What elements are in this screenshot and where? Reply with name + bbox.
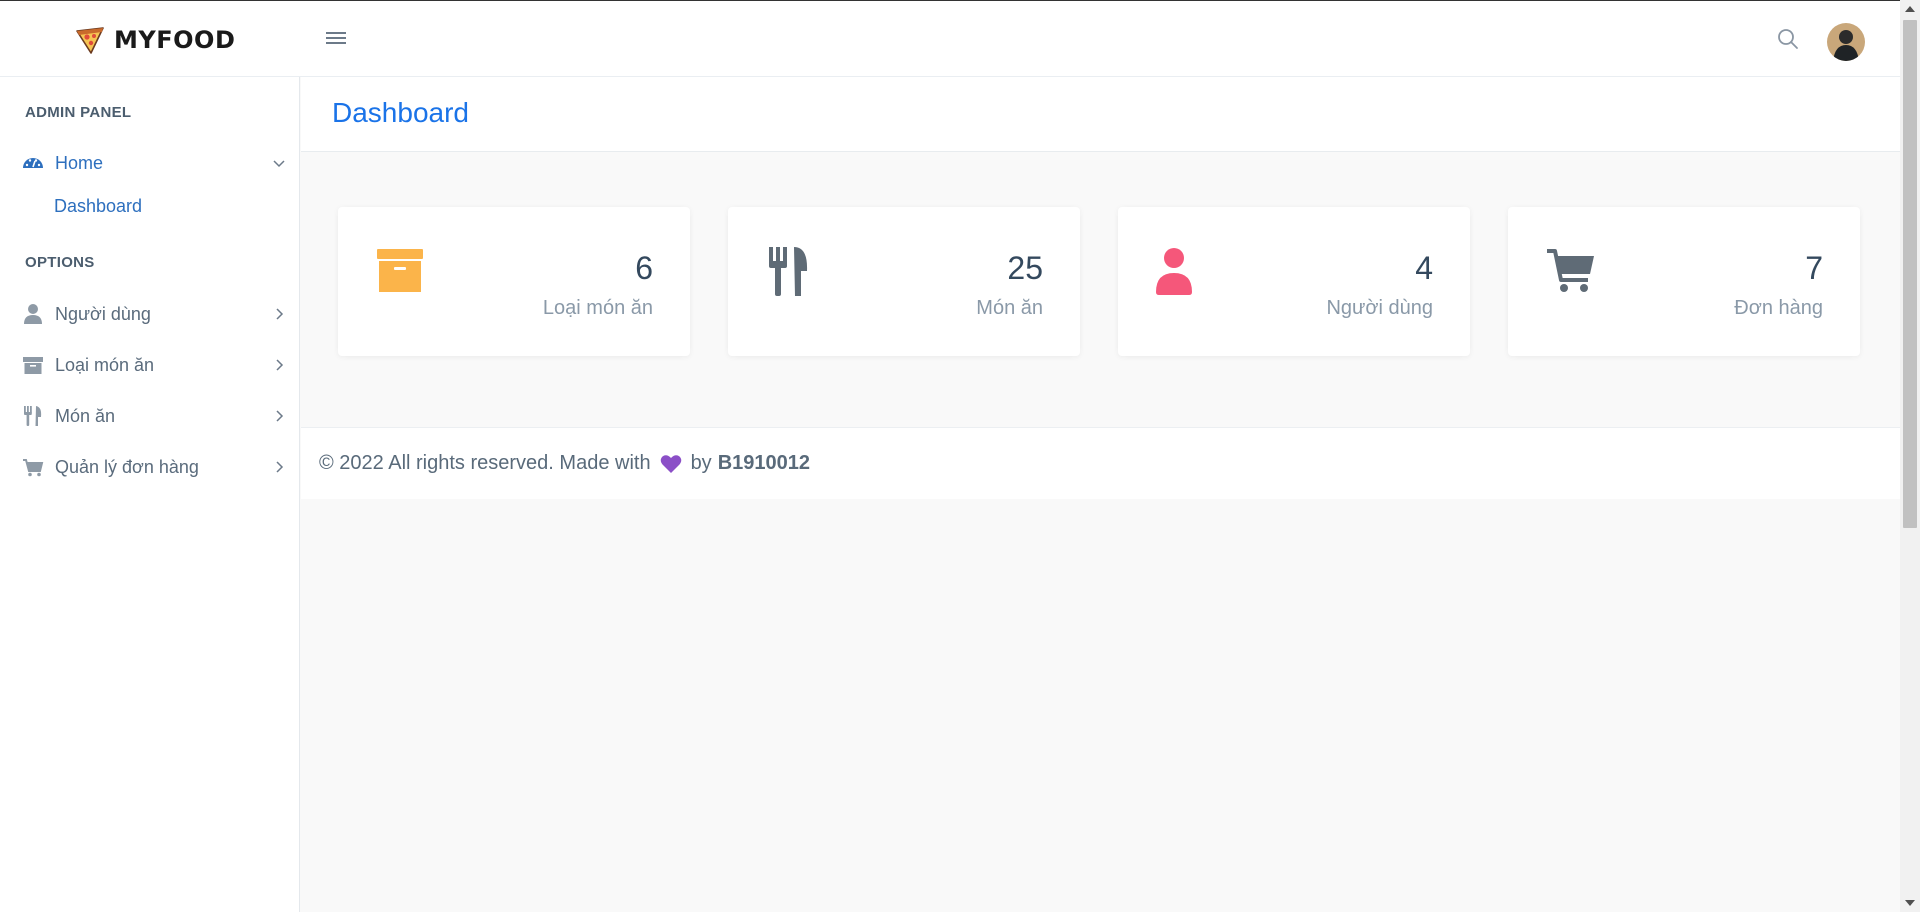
dashboard-gauge-icon bbox=[23, 158, 43, 168]
footer-text: © 2022 All rights reserved. Made with by… bbox=[319, 452, 810, 475]
stat-value: 7 bbox=[1805, 250, 1823, 286]
chevron-right-icon bbox=[276, 461, 284, 473]
chevron-right-icon bbox=[276, 359, 284, 371]
options-heading: OPTIONS bbox=[25, 254, 95, 271]
stat-value: 4 bbox=[1415, 250, 1433, 286]
brand[interactable]: MYFOOD bbox=[74, 23, 235, 57]
top-header: MYFOOD bbox=[0, 0, 1900, 77]
sidebar-item-label: Home bbox=[55, 152, 104, 173]
pizza-icon bbox=[76, 27, 104, 54]
page-title-bar: Dashboard bbox=[301, 77, 1900, 152]
archive-box-icon bbox=[377, 249, 423, 292]
hamburger-icon[interactable] bbox=[326, 29, 346, 49]
sidebar-item-dishes[interactable]: Món ăn bbox=[0, 396, 300, 436]
chevron-right-icon bbox=[276, 308, 284, 320]
scroll-up-arrow-icon[interactable] bbox=[1905, 6, 1915, 12]
user-icon bbox=[24, 304, 42, 324]
footer-author: B1910012 bbox=[717, 452, 810, 474]
sidebar-item-orders[interactable]: Quản lý đơn hàng bbox=[0, 447, 300, 487]
footer: © 2022 All rights reserved. Made with by… bbox=[301, 427, 1900, 499]
chevron-down-icon bbox=[273, 160, 285, 168]
sidebar-item-food-categories[interactable]: Loại món ăn bbox=[0, 345, 300, 385]
cart-icon bbox=[1547, 249, 1594, 292]
footer-by: by bbox=[690, 452, 712, 474]
avatar-image bbox=[1827, 23, 1865, 61]
stat-label: Người dùng bbox=[1326, 297, 1433, 319]
stat-label: Đơn hàng bbox=[1734, 297, 1823, 319]
stat-card-dishes[interactable]: 25 Món ăn bbox=[728, 207, 1080, 356]
stat-label: Món ăn bbox=[976, 297, 1043, 319]
cart-icon bbox=[23, 459, 44, 477]
stat-card-food-categories[interactable]: 6 Loại món ăn bbox=[338, 207, 690, 356]
sidebar-item-label: Loại món ăn bbox=[55, 354, 155, 375]
copyright-text: © 2022 All rights reserved. Made with bbox=[319, 452, 651, 474]
sidebar-item-label: Quản lý đơn hàng bbox=[55, 456, 199, 477]
search-icon[interactable] bbox=[1775, 26, 1801, 52]
page-title: Dashboard bbox=[332, 97, 469, 128]
vertical-scrollbar[interactable] bbox=[1900, 0, 1920, 912]
sidebar-item-label: Người dùng bbox=[55, 303, 151, 324]
stat-value: 6 bbox=[635, 250, 653, 286]
stat-card-orders[interactable]: 7 Đơn hàng bbox=[1508, 207, 1860, 356]
scroll-thumb[interactable] bbox=[1903, 20, 1917, 528]
user-avatar[interactable] bbox=[1827, 23, 1865, 61]
utensils-icon bbox=[24, 406, 42, 426]
sidebar-subitem-dashboard[interactable]: Dashboard bbox=[54, 196, 142, 217]
stat-value: 25 bbox=[1007, 250, 1043, 286]
sidebar-item-label: Món ăn bbox=[55, 405, 116, 426]
brand-name: MYFOOD bbox=[114, 26, 236, 54]
scroll-down-arrow-icon[interactable] bbox=[1905, 900, 1915, 906]
admin-panel-heading: ADMIN PANEL bbox=[25, 104, 132, 121]
purple-heart-icon bbox=[660, 454, 681, 473]
stat-label: Loại món ăn bbox=[542, 297, 653, 319]
sidebar-item-users[interactable]: Người dùng bbox=[0, 294, 300, 334]
sidebar: ADMIN PANEL Home Dashboard OPTIONS Người… bbox=[0, 77, 300, 912]
archive-box-icon bbox=[23, 357, 43, 374]
utensils-icon bbox=[769, 247, 808, 296]
user-icon bbox=[1156, 248, 1192, 295]
sidebar-item-home[interactable]: Home bbox=[0, 143, 300, 183]
chevron-right-icon bbox=[276, 410, 284, 422]
stat-card-users[interactable]: 4 Người dùng bbox=[1118, 207, 1470, 356]
